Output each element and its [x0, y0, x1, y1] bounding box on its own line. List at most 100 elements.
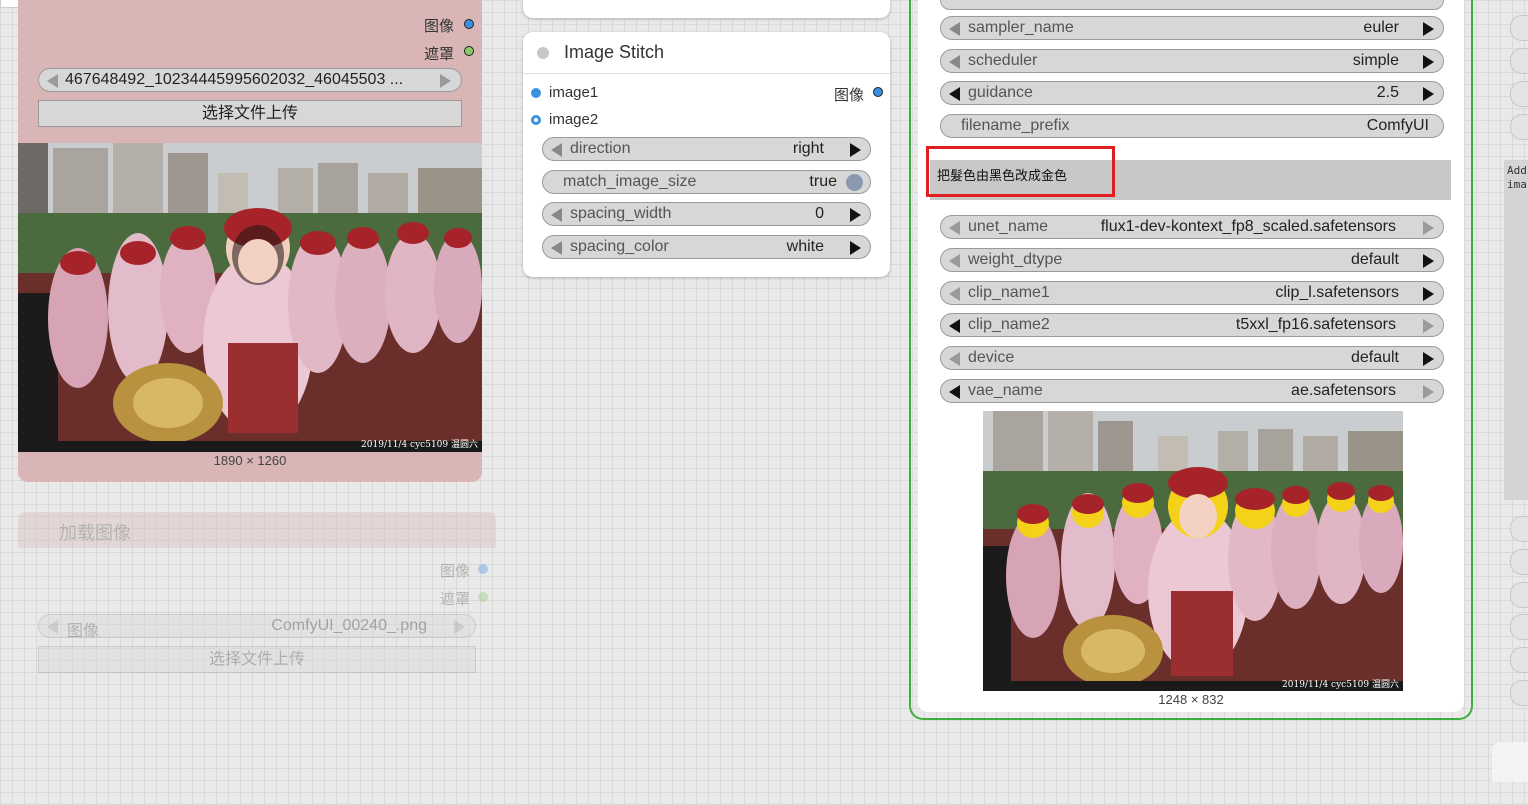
unet-name-widget[interactable]: unet_name flux1-dev-kontext_fp8_scaled.s… — [940, 215, 1444, 239]
node-2-output-mask-label: 遮罩 — [439, 591, 470, 608]
spacing-width-right-arrow-icon[interactable] — [850, 208, 861, 222]
unet-name-value: flux1-dev-kontext_fp8_scaled.safetensors — [1100, 218, 1396, 235]
output-image-slot[interactable] — [464, 19, 474, 29]
weight-dtype-left-arrow-icon[interactable] — [949, 254, 960, 268]
clipped-widget-above[interactable] — [940, 0, 1444, 10]
output-mask-label: 遮罩 — [423, 46, 454, 63]
right-widget-7[interactable] — [1510, 582, 1528, 608]
guidance-left-arrow-icon[interactable] — [949, 87, 960, 101]
device-right-arrow-icon[interactable] — [1423, 352, 1434, 366]
node-2-image-combo[interactable]: 图像 ComfyUI_00240_.png — [38, 614, 476, 640]
node-2-upload-button[interactable]: 选择文件上传 — [38, 646, 476, 673]
image-file-combo[interactable]: 467648492_10234445995602032_46045503 ... — [38, 68, 462, 92]
sampler-name-value: euler — [1363, 19, 1399, 36]
node-2-header[interactable]: 加载图像 — [18, 512, 496, 548]
clip-name2-widget[interactable]: clip_name2 t5xxl_fp16.safetensors — [940, 313, 1444, 337]
spacing-color-value: white — [786, 238, 824, 255]
spacing-color-left-arrow-icon[interactable] — [551, 241, 562, 255]
right-widget-5[interactable] — [1510, 516, 1528, 542]
source-watermark: 2019/11/4 cyc5109 温圆六 — [361, 440, 478, 450]
direction-value: right — [792, 140, 824, 157]
guidance-widget[interactable]: guidance 2.5 — [940, 81, 1444, 105]
right-textarea-text: Add ima — [1507, 164, 1527, 191]
device-left-arrow-icon[interactable] — [949, 352, 960, 366]
right-textarea[interactable]: Add ima — [1504, 160, 1528, 500]
right-widget-8[interactable] — [1510, 614, 1528, 640]
load-image-node[interactable]: 图像 遮罩 467648492_10234445995602032_460455… — [18, 0, 482, 482]
unet-left-arrow-icon[interactable] — [949, 221, 960, 235]
sampler-right-arrow-icon[interactable] — [1423, 22, 1434, 36]
combo-right-arrow-icon[interactable] — [440, 74, 451, 88]
upload-button[interactable]: 选择文件上传 — [38, 100, 462, 127]
right-node-bottom[interactable] — [1492, 742, 1528, 782]
spacing-color-widget[interactable]: spacing_color white — [542, 235, 871, 259]
input-image1-slot[interactable] — [531, 88, 541, 98]
weight-dtype-widget[interactable]: weight_dtype default — [940, 248, 1444, 272]
node-2-output-image-label: 图像 — [439, 563, 470, 580]
direction-label: direction — [570, 140, 631, 157]
input-image2-slot[interactable] — [531, 115, 541, 125]
node-above-stitch[interactable] — [523, 0, 890, 18]
spacing-color-right-arrow-icon[interactable] — [850, 241, 861, 255]
output-mask-slot[interactable] — [464, 46, 474, 56]
spacing-width-left-arrow-icon[interactable] — [551, 208, 562, 222]
input-image1-label: image1 — [549, 84, 599, 101]
vae-name-label: vae_name — [968, 382, 1043, 399]
clip-name1-left-arrow-icon[interactable] — [949, 287, 960, 301]
unet-name-label: unet_name — [968, 218, 1049, 235]
load-image-node-2[interactable]: 加载图像 图像 遮罩 图像 ComfyUI_00240_.png 选择文件上传 — [18, 512, 496, 692]
unet-right-arrow-icon[interactable] — [1423, 221, 1434, 235]
right-edge-panel: Add ima — [1490, 0, 1528, 805]
image-stitch-header[interactable]: Image Stitch — [523, 32, 890, 74]
guidance-right-arrow-icon[interactable] — [1423, 87, 1434, 101]
right-widget-4[interactable] — [1510, 114, 1528, 140]
output-image-slot[interactable] — [873, 87, 883, 97]
clip-name2-left-arrow-icon[interactable] — [949, 319, 960, 333]
spacing-width-label: spacing_width — [570, 205, 672, 222]
spacing-width-widget[interactable]: spacing_width 0 — [542, 202, 871, 226]
match-image-size-toggle[interactable]: match_image_size true — [542, 170, 871, 194]
source-image-size: 1890 × 1260 — [213, 453, 287, 468]
direction-right-arrow-icon[interactable] — [850, 143, 861, 157]
right-widget-6[interactable] — [1510, 549, 1528, 575]
input-image2-label: image2 — [549, 111, 599, 128]
vae-left-arrow-icon[interactable] — [949, 385, 960, 399]
scheduler-widget[interactable]: scheduler simple — [940, 49, 1444, 73]
sampler-name-widget[interactable]: sampler_name euler — [940, 16, 1444, 40]
scheduler-right-arrow-icon[interactable] — [1423, 55, 1434, 69]
node-2-combo-left-arrow-icon[interactable] — [47, 620, 58, 634]
node-2-output-image-slot[interactable] — [478, 564, 488, 574]
sampler-left-arrow-icon[interactable] — [949, 22, 960, 36]
guidance-value: 2.5 — [1376, 84, 1399, 101]
right-widget-1[interactable] — [1510, 15, 1528, 41]
output-image-size: 1248 × 832 — [1158, 692, 1224, 707]
right-widget-10[interactable] — [1510, 680, 1528, 706]
image-stitch-node[interactable]: Image Stitch image1 image2 图像 direction … — [523, 32, 890, 277]
node-2-output-mask-slot[interactable] — [478, 592, 488, 602]
vae-right-arrow-icon[interactable] — [1423, 385, 1434, 399]
scheduler-left-arrow-icon[interactable] — [949, 55, 960, 69]
clip-name1-widget[interactable]: clip_name1 clip_l.safetensors — [940, 281, 1444, 305]
vae-name-widget[interactable]: vae_name ae.safetensors — [940, 379, 1444, 403]
scheduler-label: scheduler — [968, 52, 1038, 69]
device-widget[interactable]: device default — [940, 346, 1444, 370]
toggle-knob-icon[interactable] — [846, 174, 863, 191]
right-widget-3[interactable] — [1510, 81, 1528, 107]
combo-left-arrow-icon[interactable] — [47, 74, 58, 88]
right-widget-2[interactable] — [1510, 48, 1528, 74]
clip-name1-right-arrow-icon[interactable] — [1423, 287, 1434, 301]
weight-dtype-right-arrow-icon[interactable] — [1423, 254, 1434, 268]
filename-prefix-field[interactable]: filename_prefix ComfyUI — [940, 114, 1444, 138]
direction-left-arrow-icon[interactable] — [551, 143, 562, 157]
weight-dtype-value: default — [1350, 251, 1399, 268]
output-image-preview: 2019/11/4 cyc5109 温圆六 — [983, 411, 1403, 691]
flux-kontext-node[interactable]: sampler_name euler scheduler simple guid… — [909, 0, 1473, 720]
node-2-combo-right-arrow-icon[interactable] — [454, 620, 465, 634]
device-value: default — [1350, 349, 1399, 366]
direction-widget[interactable]: direction right — [542, 137, 871, 161]
clip-name2-label: clip_name2 — [968, 316, 1050, 333]
right-widget-9[interactable] — [1510, 647, 1528, 673]
image-file-value: 467648492_10234445995602032_46045503 ... — [65, 71, 404, 88]
node-collapse-dot[interactable] — [537, 47, 549, 59]
clip-name2-right-arrow-icon[interactable] — [1423, 319, 1434, 333]
